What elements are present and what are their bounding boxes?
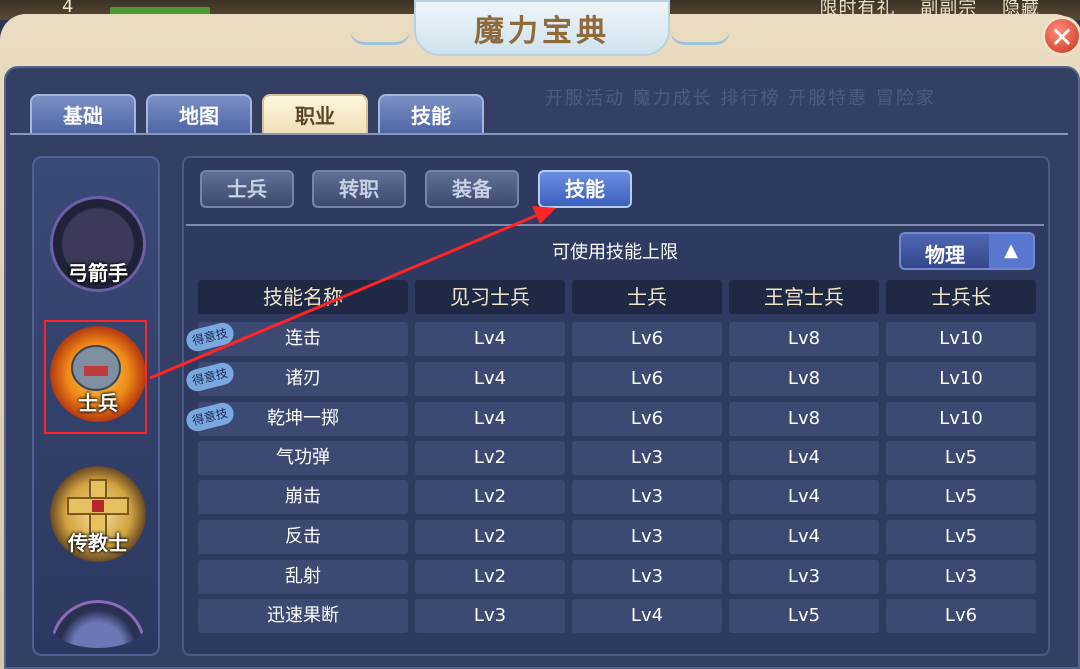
annotation-arrow [149, 206, 556, 380]
